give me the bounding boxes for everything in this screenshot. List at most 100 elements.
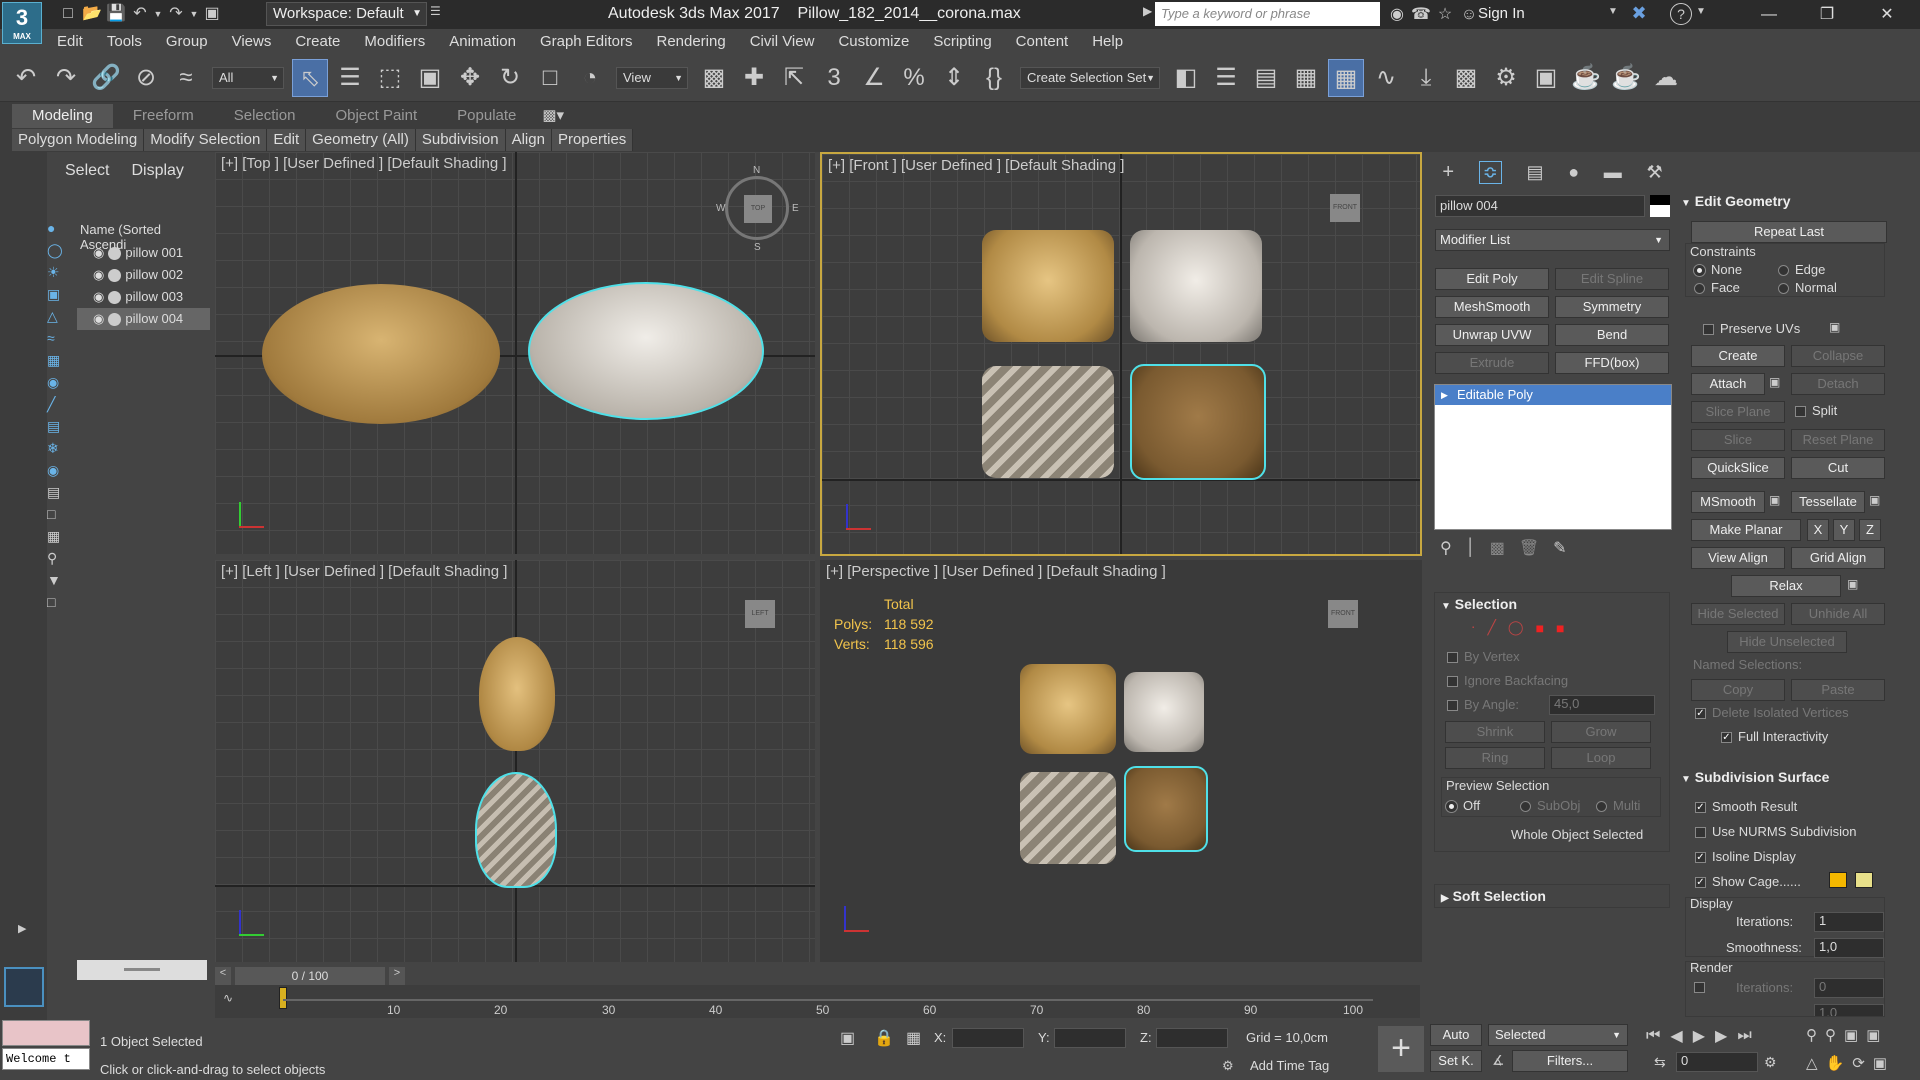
help-icon[interactable]: ?: [1670, 3, 1692, 25]
constraint-face-radio[interactable]: Face: [1694, 280, 1740, 295]
rotate-icon[interactable]: ↻: [492, 59, 528, 97]
x-coord-field[interactable]: [952, 1028, 1024, 1048]
mirror-icon[interactable]: ◧: [1168, 59, 1204, 97]
exchange-icon[interactable]: ✖: [1628, 3, 1650, 25]
render-dot-icon[interactable]: [108, 268, 122, 282]
scale-icon[interactable]: □: [532, 59, 568, 97]
toggle-ribbon-icon[interactable]: ▦: [1328, 58, 1364, 97]
hide-selected-button[interactable]: Hide Selected: [1691, 603, 1785, 625]
selection-rollout-header[interactable]: ▼ Selection: [1441, 596, 1517, 612]
reference-coordinate-select[interactable]: View ▼: [616, 66, 688, 89]
panel-polygon-modeling[interactable]: Polygon Modeling: [12, 129, 145, 151]
edit-poly-button[interactable]: Edit Poly: [1435, 268, 1549, 290]
angle-spinner[interactable]: 45,0: [1549, 695, 1655, 715]
key-filters-button[interactable]: Filters...: [1512, 1050, 1628, 1072]
show-end-result-icon[interactable]: │: [1466, 539, 1476, 557]
ribbon-options-icon[interactable]: ▩▾: [536, 104, 570, 128]
display-groups-icon[interactable]: ▦: [47, 352, 65, 374]
render-dot-icon[interactable]: [108, 246, 122, 260]
link-icon[interactable]: 🔗: [88, 59, 124, 97]
display-cameras-icon[interactable]: ▣: [47, 286, 65, 308]
maxscript-listener-input[interactable]: Welcome t: [2, 1048, 90, 1070]
percent-snap-icon[interactable]: %: [896, 59, 932, 97]
expand-arrow-icon[interactable]: ▶: [1143, 4, 1152, 18]
eye-icon[interactable]: ◉: [93, 264, 104, 286]
render-cloud-icon[interactable]: ☁: [1648, 59, 1684, 97]
full-interactivity-checkbox[interactable]: ✓ Full Interactivity: [1721, 729, 1828, 744]
paste-button[interactable]: Paste: [1791, 679, 1885, 701]
menu-toggle-icon[interactable]: ☰: [430, 4, 441, 18]
make-unique-icon[interactable]: ▩: [1490, 538, 1505, 558]
toggle-scene-explorer-icon[interactable]: ▤: [1248, 59, 1284, 97]
pillow-object[interactable]: [1020, 772, 1116, 864]
show-cage-checkbox[interactable]: ✓ Show Cage......: [1695, 874, 1801, 889]
msmooth-settings-icon[interactable]: ▣: [1769, 493, 1780, 507]
previous-frame-icon[interactable]: ◀: [1670, 1026, 1682, 1046]
sign-in-link[interactable]: Sign In: [1478, 5, 1525, 22]
hide-unselected-button[interactable]: Hide Unselected: [1727, 631, 1847, 653]
pillow-object-selected[interactable]: [528, 282, 764, 420]
relax-button[interactable]: Relax: [1731, 575, 1841, 597]
material-editor-icon[interactable]: ▩: [1448, 59, 1484, 97]
communication-icon[interactable]: ☎: [1409, 3, 1433, 27]
favorites-icon[interactable]: ☆: [1433, 3, 1457, 27]
add-time-tag-button[interactable]: Add Time Tag: [1250, 1058, 1329, 1073]
list-item[interactable]: ◉ pillow 004: [77, 308, 210, 330]
viewport-top[interactable]: [+] [Top ] [User Defined ] [Default Shad…: [215, 152, 815, 554]
select-by-name-icon[interactable]: ☰: [332, 59, 368, 97]
curve-editor-icon[interactable]: ∿: [1368, 59, 1404, 97]
app-logo[interactable]: 3 MAX: [2, 2, 42, 44]
settings-icon[interactable]: ▣: [1829, 320, 1840, 334]
maximize-button[interactable]: ❐: [1804, 0, 1850, 29]
menu-animation[interactable]: Animation: [437, 29, 528, 54]
key-mode-toggle-icon[interactable]: ⇆: [1654, 1054, 1666, 1071]
grid-align-button[interactable]: Grid Align: [1791, 547, 1885, 569]
unlink-icon[interactable]: ⊘: [128, 59, 164, 97]
menu-rendering[interactable]: Rendering: [644, 29, 737, 54]
lock-selection-icon[interactable]: 🔒: [874, 1028, 894, 1048]
menu-graph-editors[interactable]: Graph Editors: [528, 29, 645, 54]
vertex-icon[interactable]: ⋅: [1471, 619, 1475, 636]
tab-object-paint[interactable]: Object Paint: [315, 104, 437, 128]
menu-customize[interactable]: Customize: [826, 29, 921, 54]
planar-x-button[interactable]: X: [1807, 519, 1829, 541]
tessellate-settings-icon[interactable]: ▣: [1869, 493, 1880, 507]
expand-icon[interactable]: ▶: [1441, 385, 1448, 405]
soft-selection-rollout[interactable]: ▶ Soft Selection: [1434, 884, 1670, 908]
constraint-normal-radio[interactable]: Normal: [1778, 280, 1837, 295]
list-item[interactable]: ◉ pillow 003: [77, 286, 210, 308]
rectangular-selection-icon[interactable]: ⬚: [372, 59, 408, 97]
delete-isolated-checkbox[interactable]: ✓ Delete Isolated Vertices: [1695, 705, 1849, 720]
panel-modify-selection[interactable]: Modify Selection: [144, 129, 268, 151]
schematic-view-icon[interactable]: ⤓: [1408, 59, 1444, 97]
list-item[interactable]: ◉ pillow 001: [77, 242, 210, 264]
menu-help[interactable]: Help: [1080, 29, 1135, 54]
search-input[interactable]: Type a keyword or phrase: [1155, 2, 1380, 26]
menu-edit[interactable]: Edit: [45, 29, 95, 54]
minimize-button[interactable]: —: [1746, 0, 1792, 29]
viewcube[interactable]: FRONT: [1330, 194, 1360, 222]
goto-start-icon[interactable]: ⏮: [1646, 1027, 1660, 1045]
modifier-list-select[interactable]: Modifier List ▼: [1435, 229, 1670, 251]
keyboard-shortcut-icon[interactable]: ⇱: [776, 59, 812, 97]
menu-modifiers[interactable]: Modifiers: [352, 29, 437, 54]
unhide-all-button[interactable]: Unhide All: [1791, 603, 1885, 625]
redo-icon[interactable]: ↷: [48, 59, 84, 97]
pivot-center-icon[interactable]: ▩: [696, 59, 732, 97]
list-item[interactable]: ◉ pillow 002: [77, 264, 210, 286]
grow-button[interactable]: Grow: [1551, 721, 1651, 743]
repeat-last-button[interactable]: Repeat Last: [1691, 221, 1887, 243]
display-xrefs-icon[interactable]: ◉: [47, 374, 65, 396]
smooth-result-checkbox[interactable]: ✓ Smooth Result: [1695, 799, 1797, 814]
pillow-object[interactable]: [982, 230, 1114, 342]
configure-sets-icon[interactable]: ✎: [1553, 538, 1566, 558]
undo-dropdown-icon[interactable]: ▼: [152, 2, 164, 26]
eye-icon[interactable]: ◉: [93, 242, 104, 264]
redo-dropdown-icon[interactable]: ▼: [188, 2, 200, 26]
cage-color-swatch-2[interactable]: [1855, 872, 1873, 888]
display-shapes-icon[interactable]: ◯: [47, 242, 65, 264]
use-nurms-checkbox[interactable]: Use NURMS Subdivision: [1695, 824, 1857, 839]
viewport-label[interactable]: [+] [Front ] [User Defined ] [Default Sh…: [828, 157, 1124, 174]
display-hidden-icon[interactable]: ◉: [47, 462, 65, 484]
ffd-box-button[interactable]: FFD(box): [1555, 352, 1669, 374]
